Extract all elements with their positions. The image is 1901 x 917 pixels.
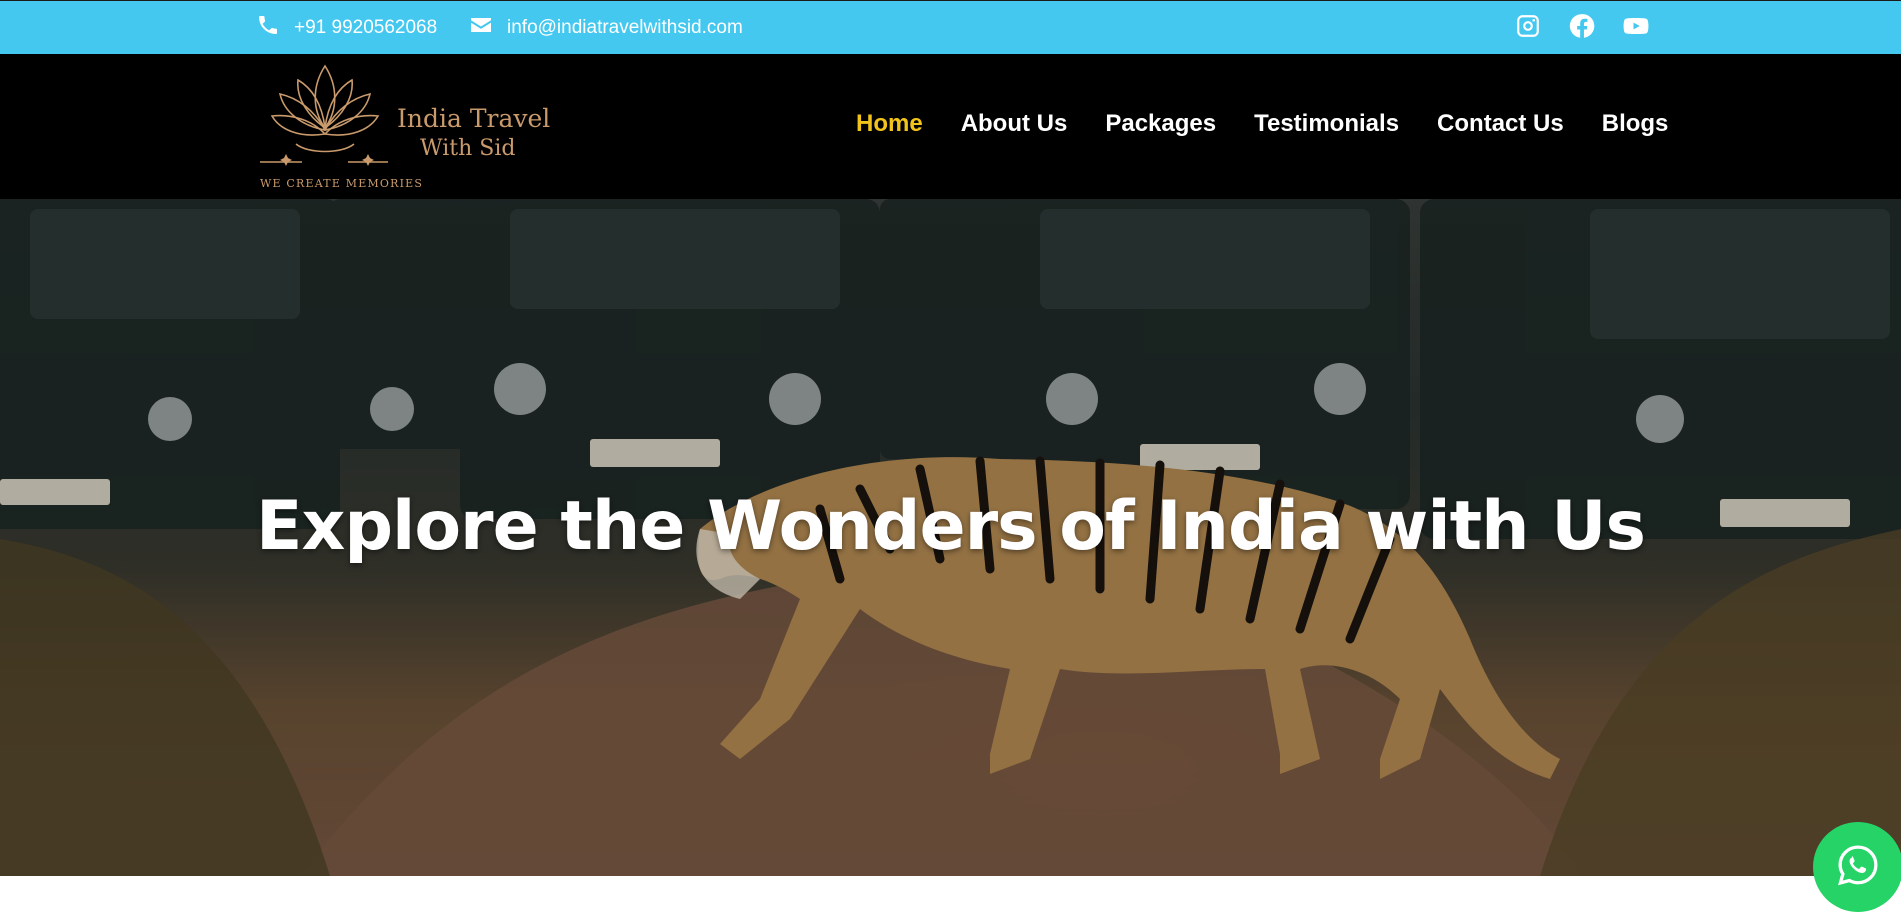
phone-icon — [256, 13, 294, 43]
whatsapp-icon — [1836, 843, 1880, 892]
site-header: India Travel With Sid WE CREATE MEMORIES… — [0, 54, 1901, 199]
nav-packages[interactable]: Packages — [1105, 110, 1216, 138]
envelope-icon — [469, 13, 507, 43]
nav-testimonials[interactable]: Testimonials — [1254, 110, 1399, 138]
facebook-icon[interactable] — [1569, 13, 1595, 39]
top-contact-bar: +91 9920562068 info@indiatravelwithsid.c… — [0, 0, 1901, 54]
email-address: info@indiatravelwithsid.com — [507, 17, 743, 38]
email-contact[interactable]: info@indiatravelwithsid.com — [469, 1, 743, 55]
nav-contact-us[interactable]: Contact Us — [1437, 110, 1564, 138]
whatsapp-chat-button[interactable] — [1813, 822, 1901, 912]
nav-home[interactable]: Home — [856, 110, 923, 138]
youtube-icon[interactable] — [1623, 13, 1649, 39]
logo-line-2: With Sid — [420, 136, 516, 161]
instagram-icon[interactable] — [1515, 13, 1541, 39]
social-links — [1515, 13, 1649, 39]
hero-banner: Explore the Wonders of India with Us — [0, 199, 1901, 876]
phone-contact[interactable]: +91 9920562068 — [256, 1, 437, 55]
main-navigation: Home About Us Packages Testimonials Cont… — [856, 54, 1668, 194]
phone-number: +91 9920562068 — [294, 17, 438, 38]
hero-headline: Explore the Wonders of India with Us — [256, 487, 1646, 566]
logo-line-1: India Travel — [397, 104, 551, 133]
site-logo[interactable]: India Travel With Sid WE CREATE MEMORIES — [256, 64, 550, 190]
logo-tagline: WE CREATE MEMORIES — [260, 177, 424, 190]
nav-about-us[interactable]: About Us — [961, 110, 1068, 138]
lotus-logo-icon — [260, 64, 388, 166]
nav-blogs[interactable]: Blogs — [1602, 110, 1669, 138]
